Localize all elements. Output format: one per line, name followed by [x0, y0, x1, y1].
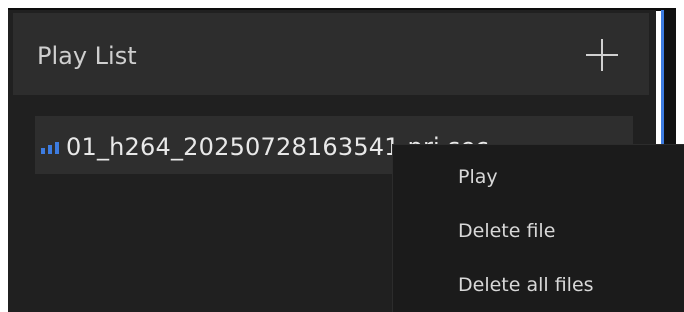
- plus-icon: [586, 39, 618, 71]
- context-menu-delete-file[interactable]: Delete file: [458, 218, 555, 244]
- playlist-window: Play List 01_h264_20250728163541.pri.sec…: [0, 0, 684, 312]
- context-menu-delete-all-files[interactable]: Delete all files: [458, 272, 594, 298]
- playlist-title: Play List: [37, 42, 137, 70]
- signal-bars-icon: [40, 139, 60, 155]
- add-file-button[interactable]: [585, 38, 619, 72]
- context-menu-play[interactable]: Play: [458, 164, 498, 190]
